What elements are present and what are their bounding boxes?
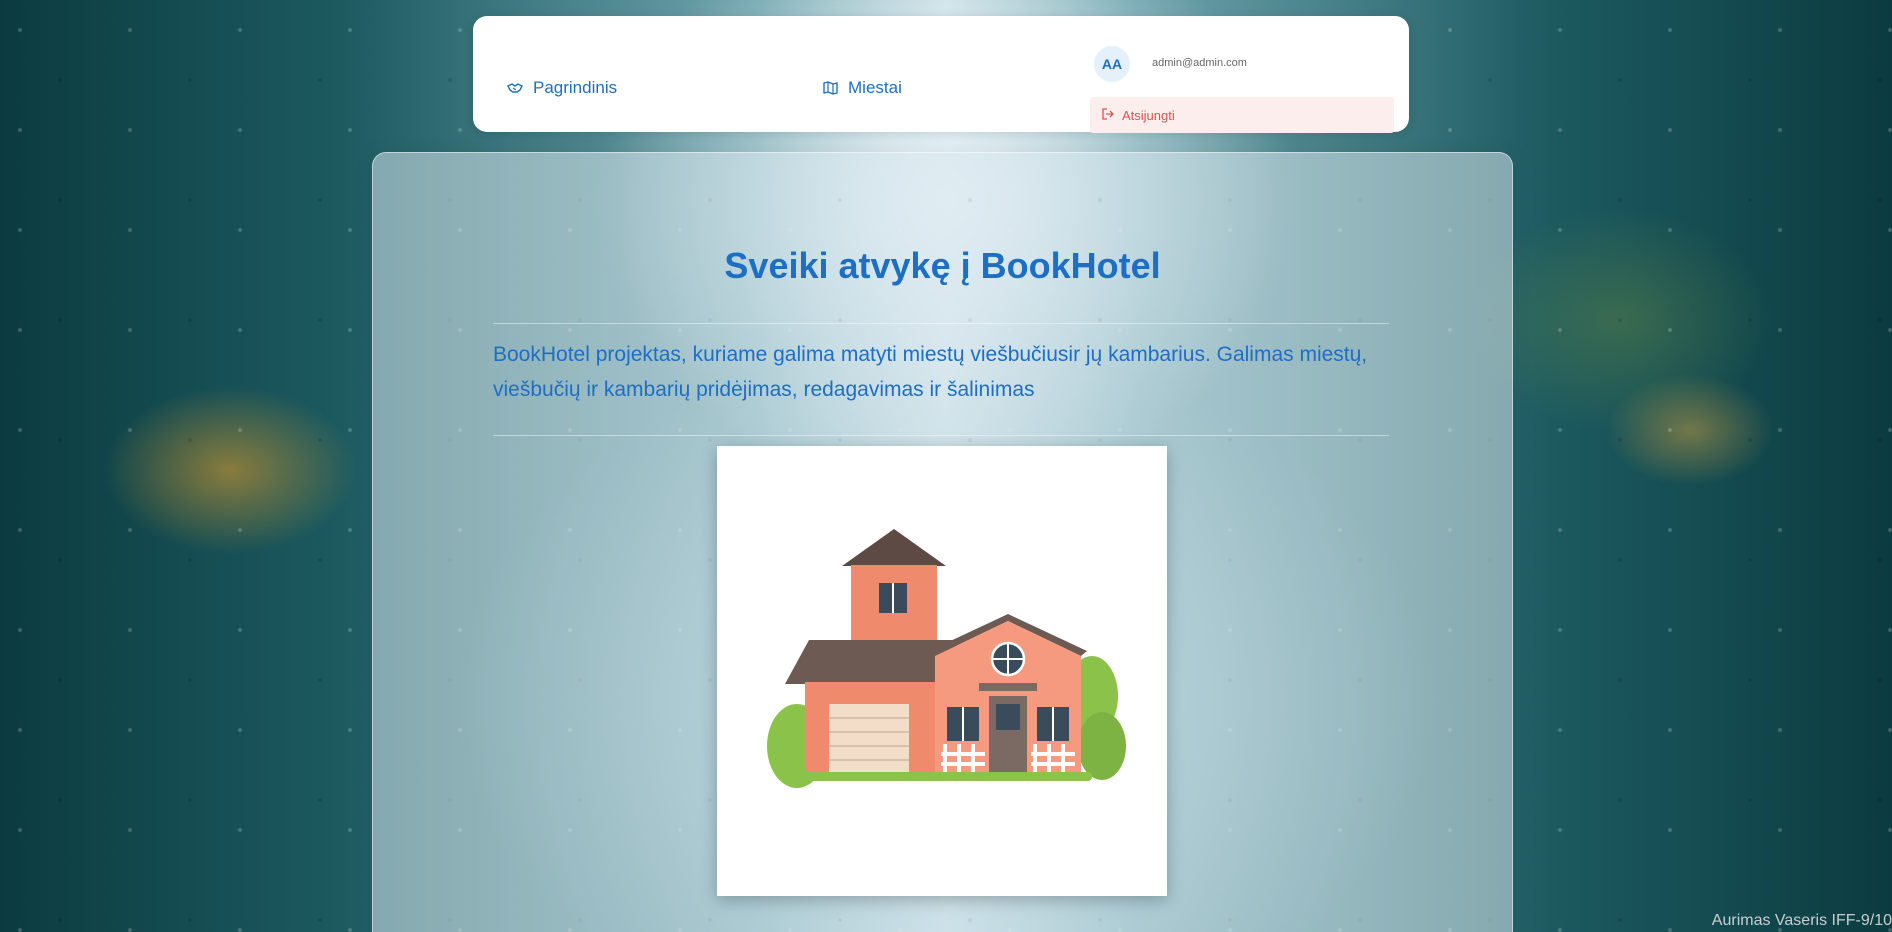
project-description: BookHotel projektas, kuriame galima maty… (493, 343, 1368, 401)
nav-item-label: Miestai (848, 78, 902, 97)
handshake-icon (507, 80, 523, 96)
divider (493, 323, 1389, 324)
user-email: admin@admin.com (1152, 57, 1247, 69)
logout-button[interactable]: Atsijungti (1090, 97, 1394, 133)
avatar[interactable]: AA (1094, 46, 1130, 82)
map-icon (822, 80, 838, 96)
nav-item-label: Pagrindinis (533, 78, 618, 97)
welcome-card: Sveiki atvykę į BookHotel BookHotel proj… (372, 152, 1513, 932)
author-watermark: Aurimas Vaseris IFF-9/10 (1711, 912, 1892, 929)
logout-label: Atsijungti (1122, 107, 1175, 123)
nav-item-home[interactable]: Pagrindinis (507, 78, 617, 98)
top-navigation-bar: Pagrindinis Miestai AA admin@admin.com A… (473, 16, 1409, 133)
nav-item-cities[interactable]: Miestai (822, 78, 902, 98)
logout-icon (1102, 107, 1114, 123)
house-illustration (717, 446, 1167, 896)
page-title: Sveiki atvykę į BookHotel (724, 245, 1161, 286)
divider (493, 435, 1389, 436)
